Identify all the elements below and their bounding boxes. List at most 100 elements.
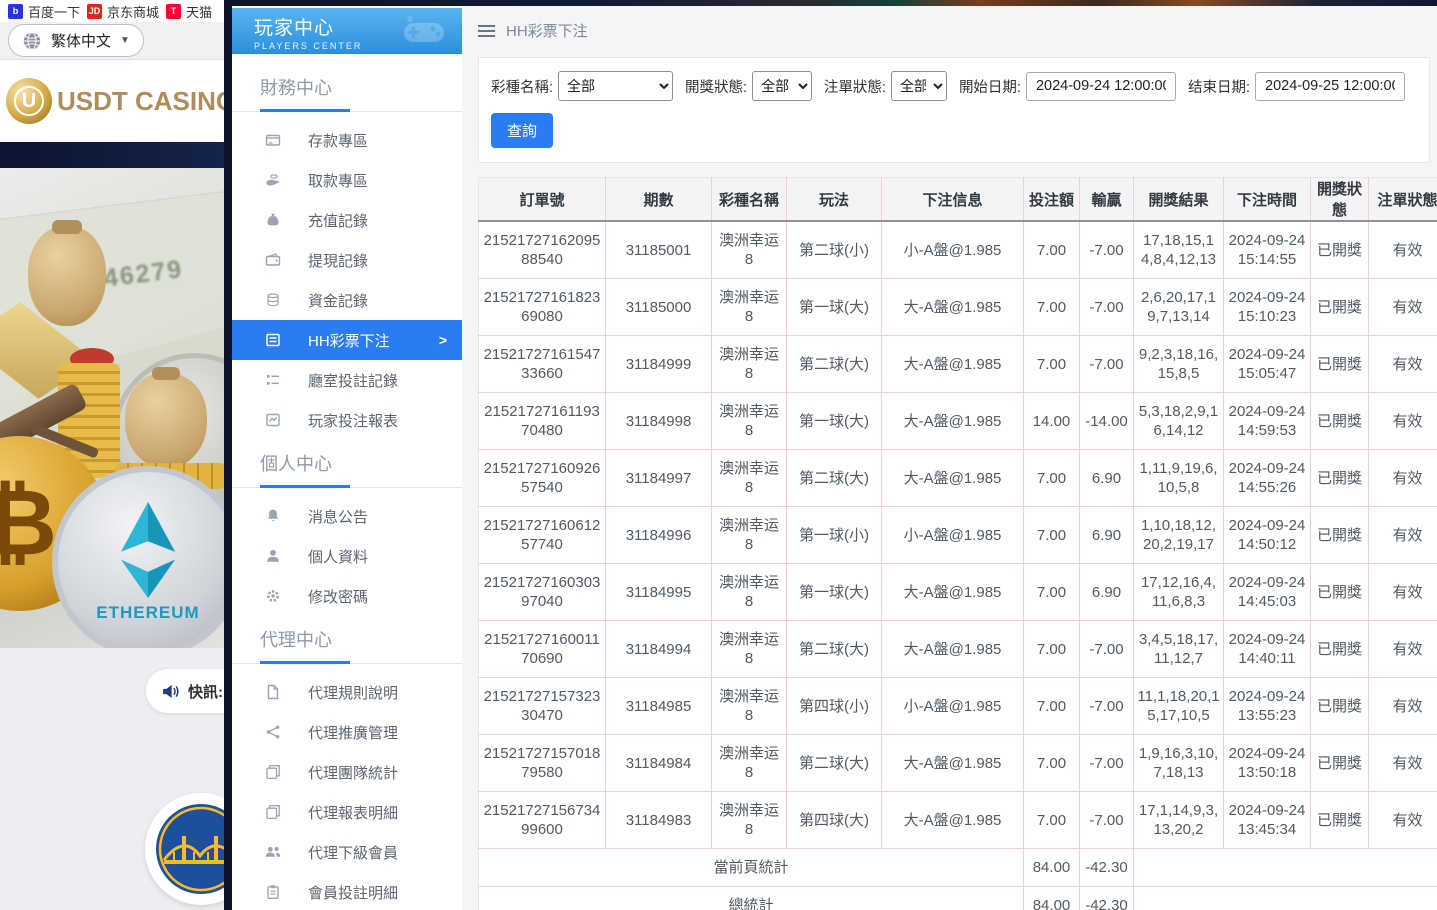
language-selector[interactable]: 繁体中文 ▼ bbox=[8, 24, 144, 57]
table-cell: 2024-09-24 13:55:23 bbox=[1224, 678, 1311, 735]
lottery-name-label: 彩種名稱: bbox=[491, 76, 553, 97]
bookmark-jd[interactable]: JD京东商城 bbox=[87, 2, 159, 21]
sidebar-item-存款專區[interactable]: 存款專區> bbox=[232, 120, 462, 160]
sidebar-item-代理規則說明[interactable]: 代理規則說明> bbox=[232, 672, 462, 712]
sidebar-item-label: 代理報表明細 bbox=[308, 802, 398, 823]
bookmark-label: 百度一下 bbox=[28, 2, 80, 21]
language-bar: 繁体中文 ▼ bbox=[0, 22, 232, 60]
sidebar-item-提現記錄[interactable]: 提現記錄> bbox=[232, 240, 462, 280]
table-cell: 已開獎 bbox=[1311, 507, 1369, 564]
sidebar-item-label: 代理規則說明 bbox=[308, 682, 398, 703]
page-header: HH彩票下注 bbox=[462, 0, 1437, 57]
table-cell: 已開獎 bbox=[1311, 735, 1369, 792]
table-cell: 2024-09-24 14:59:53 bbox=[1224, 393, 1311, 450]
summary-bet-amount: 84.00 bbox=[1024, 849, 1080, 887]
report-icon bbox=[265, 412, 281, 428]
table-cell: 大-A盤@1.985 bbox=[882, 336, 1024, 393]
table-row: 215217271570187958031184984澳洲幸运8第二球(大)大-… bbox=[479, 735, 1437, 792]
table-cell: 1,10,18,12,20,2,19,17 bbox=[1134, 507, 1224, 564]
lottery-name-select[interactable]: 全部 bbox=[558, 71, 673, 101]
copy-icon bbox=[265, 804, 281, 820]
bet-table-wrap: 訂單號期數彩種名稱玩法下注信息投注額輸贏開獎結果下注時間開獎狀態注單狀態 215… bbox=[478, 177, 1437, 910]
team-badge bbox=[145, 793, 232, 905]
end-date-label: 结束日期: bbox=[1188, 76, 1250, 97]
table-cell: 31184985 bbox=[606, 678, 712, 735]
sidebar-item-個人資料[interactable]: 個人資料> bbox=[232, 536, 462, 576]
table-cell: 2152172716209588540 bbox=[479, 221, 606, 279]
sidebar-item-label: 玩家投注報表 bbox=[308, 410, 398, 431]
main-content: HH彩票下注 彩種名稱: 全部 開獎狀態: 全部 注單狀態: 全部 開始日期: … bbox=[462, 0, 1437, 910]
sidebar-item-取款專區[interactable]: 取款專區> bbox=[232, 160, 462, 200]
sidebar-item-消息公告[interactable]: 消息公告> bbox=[232, 496, 462, 536]
hand-money-icon bbox=[265, 172, 281, 188]
tmall-icon: T bbox=[166, 4, 181, 19]
column-header: 下注信息 bbox=[882, 178, 1024, 222]
table-cell: 31184996 bbox=[606, 507, 712, 564]
table-cell: 2152172716061257740 bbox=[479, 507, 606, 564]
table-row: 215217271609265754031184997澳洲幸运8第二球(大)大-… bbox=[479, 450, 1437, 507]
search-button[interactable]: 查詢 bbox=[491, 113, 553, 148]
column-header: 玩法 bbox=[787, 178, 882, 222]
money-bag-image bbox=[28, 226, 106, 326]
bookmark-tmall[interactable]: T天猫 bbox=[166, 2, 212, 21]
table-cell: 第二球(大) bbox=[787, 336, 882, 393]
table-cell: 已開獎 bbox=[1311, 564, 1369, 621]
sidebar-item-label: 代理下級會員 bbox=[308, 842, 398, 863]
table-cell: 2152172716092657540 bbox=[479, 450, 606, 507]
table-cell: 已開獎 bbox=[1311, 221, 1369, 279]
table-cell: 2024-09-24 14:40:11 bbox=[1224, 621, 1311, 678]
sidebar-item-label: 個人資料 bbox=[308, 546, 368, 567]
sidebar-item-代理團隊統計[interactable]: 代理團隊統計> bbox=[232, 752, 462, 792]
copy-icon bbox=[265, 764, 281, 780]
sidebar-item-label: 會員投註明細 bbox=[308, 882, 398, 903]
order-status-select[interactable]: 全部 bbox=[891, 71, 947, 101]
table-cell: 已開獎 bbox=[1311, 792, 1369, 849]
table-cell: 31184984 bbox=[606, 735, 712, 792]
sidebar-item-HH彩票下注[interactable]: HH彩票下注> bbox=[232, 320, 462, 360]
end-date-input[interactable] bbox=[1255, 72, 1405, 101]
sidebar-item-代理推廣管理[interactable]: 代理推廣管理> bbox=[232, 712, 462, 752]
filter-panel: 彩種名稱: 全部 開獎狀態: 全部 注單狀態: 全部 開始日期: 结束日期: 查… bbox=[478, 57, 1430, 163]
table-cell: 7.00 bbox=[1024, 507, 1080, 564]
table-cell: 14.00 bbox=[1024, 393, 1080, 450]
table-cell: 2152172715732330470 bbox=[479, 678, 606, 735]
sidebar-item-修改密碼[interactable]: 修改密碼> bbox=[232, 576, 462, 616]
summary-label: 總統計 bbox=[479, 887, 1024, 910]
table-cell: 2024-09-24 14:45:03 bbox=[1224, 564, 1311, 621]
sidebar-item-代理報表明細[interactable]: 代理報表明細> bbox=[232, 792, 462, 832]
bookmark-baidu[interactable]: b百度一下 bbox=[8, 2, 80, 21]
news-ticker: 快訊: bbox=[146, 669, 232, 713]
table-cell: 澳洲幸运8 bbox=[712, 393, 787, 450]
table-cell: 已開獎 bbox=[1311, 621, 1369, 678]
table-cell: 澳洲幸运8 bbox=[712, 792, 787, 849]
table-cell: 2152172715701879580 bbox=[479, 735, 606, 792]
sidebar-item-資金記錄[interactable]: 資金記錄> bbox=[232, 280, 462, 320]
table-cell: 7.00 bbox=[1024, 336, 1080, 393]
table-cell: 31184994 bbox=[606, 621, 712, 678]
jd-icon: JD bbox=[87, 4, 102, 19]
chevron-right-icon: > bbox=[439, 332, 447, 348]
table-cell: 大-A盤@1.985 bbox=[882, 564, 1024, 621]
table-cell: 有效 bbox=[1369, 564, 1437, 621]
summary-empty bbox=[1134, 849, 1437, 887]
start-date-input[interactable] bbox=[1026, 72, 1176, 101]
background-page: b百度一下JD京东商城T天猫 繁体中文 ▼ U USDT CASINO KB 4… bbox=[0, 0, 232, 910]
sidebar-item-玩家投注報表[interactable]: 玩家投注報表> bbox=[232, 400, 462, 440]
sidebar-item-廳室投註記錄[interactable]: 廳室投註記錄> bbox=[232, 360, 462, 400]
summary-win-loss: -42.30 bbox=[1080, 849, 1134, 887]
sidebar-item-充值記錄[interactable]: 充值記錄> bbox=[232, 200, 462, 240]
sidebar-item-label: 修改密碼 bbox=[308, 586, 368, 607]
table-row: 215217271620958854031185001澳洲幸运8第二球(小)小-… bbox=[479, 221, 1437, 279]
page-summary-row: 當前頁統計84.00-42.30 bbox=[479, 849, 1437, 887]
sidebar-item-代理下級會員[interactable]: 代理下級會員> bbox=[232, 832, 462, 872]
sidebar-item-會員投註明細[interactable]: 會員投註明細> bbox=[232, 872, 462, 910]
menu-toggle-icon[interactable] bbox=[478, 25, 495, 37]
user-icon bbox=[265, 548, 281, 564]
draw-status-label: 開獎狀態: bbox=[685, 76, 747, 97]
table-cell: -7.00 bbox=[1080, 792, 1134, 849]
table-cell: 3,4,5,18,17,11,12,7 bbox=[1134, 621, 1224, 678]
table-cell: 31185000 bbox=[606, 279, 712, 336]
table-cell: 2024-09-24 14:50:12 bbox=[1224, 507, 1311, 564]
sidebar-item-label: 資金記錄 bbox=[308, 290, 368, 311]
draw-status-select[interactable]: 全部 bbox=[752, 71, 812, 101]
